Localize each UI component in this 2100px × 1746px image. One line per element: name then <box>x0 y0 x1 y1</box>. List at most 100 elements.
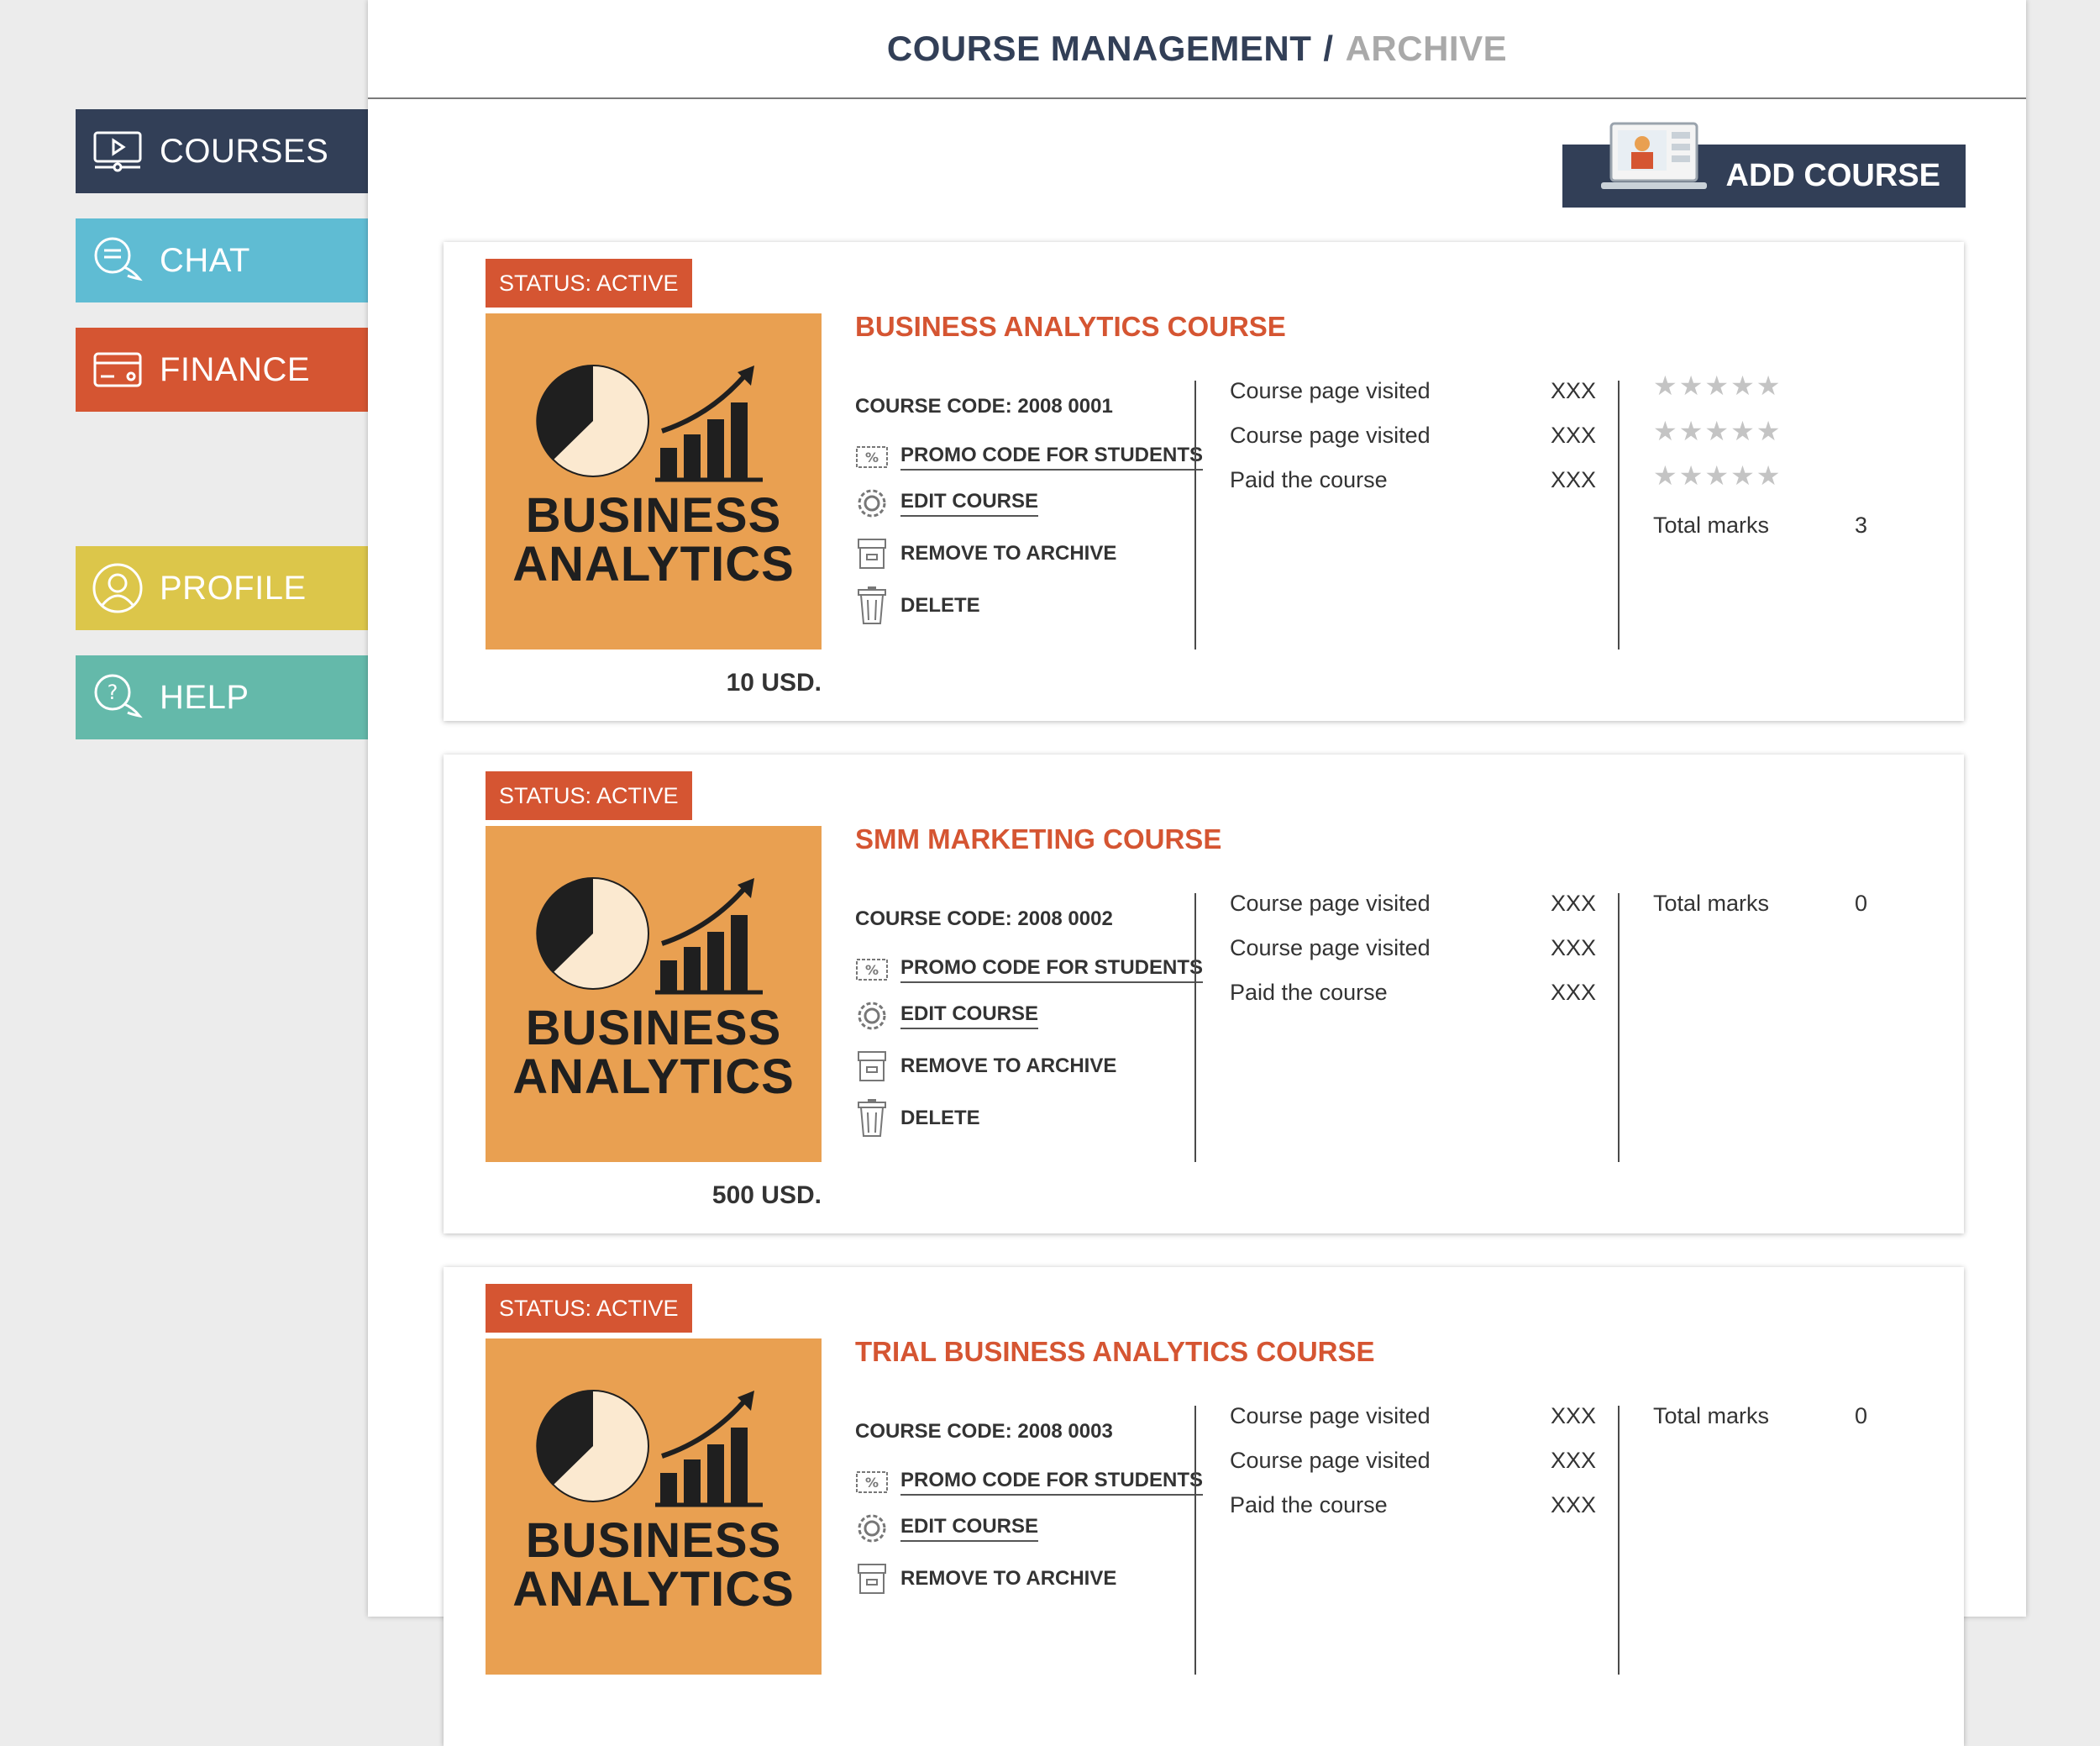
sidebar-item-label: HELP <box>160 678 249 716</box>
column-divider <box>1194 893 1196 1162</box>
percent-ticket-icon: % <box>855 1465 889 1499</box>
course-title[interactable]: SMM MARKETING COURSE <box>855 823 1221 855</box>
promo-code-link[interactable]: % PROMO CODE FOR STUDENTS <box>855 953 1204 986</box>
monitor-play-icon <box>91 124 144 178</box>
remove-to-archive-link[interactable]: REMOVE TO ARCHIVE <box>855 1562 1116 1596</box>
stat-value: XXX <box>1551 935 1597 960</box>
star-rating: ★★★★★ <box>1653 371 1782 401</box>
course-price: 10 USD. <box>726 669 822 697</box>
stat-label: Course page visited <box>1230 1403 1431 1428</box>
trash-icon <box>855 586 889 624</box>
thumbnail-text: BUSINESS ANALYTICS <box>512 488 795 592</box>
page-header: COURSE MANAGEMENT / ARCHIVE <box>368 0 2026 99</box>
percent-ticket-icon: % <box>855 440 889 474</box>
percent-ticket-icon: % <box>855 953 889 986</box>
stat-value: XXX <box>1551 1492 1597 1517</box>
course-price: 500 USD. <box>711 1181 822 1209</box>
status-badge: STATUS: ACTIVE <box>486 771 692 820</box>
svg-text:%: % <box>865 450 879 465</box>
stat-value: XXX <box>1551 891 1597 916</box>
main-panel: COURSE MANAGEMENT / ARCHIVE ADD COURSE S… <box>368 0 2026 1746</box>
help-bubble-icon: ? <box>91 671 144 724</box>
course-card: STATUS: ACTIVE BUSINESS ANALYTICS 10 USD… <box>444 242 1964 721</box>
archive-box-icon <box>855 1562 889 1596</box>
edit-course-link[interactable]: EDIT COURSE <box>855 486 1039 520</box>
svg-text:%: % <box>865 1475 879 1491</box>
stat-value: XXX <box>1551 1448 1597 1473</box>
column-divider <box>1618 1406 1620 1675</box>
stat-label: Paid the course <box>1230 467 1388 492</box>
total-marks-value: 0 <box>1855 891 1868 916</box>
sidebar-item-finance[interactable]: FINANCE <box>76 328 368 412</box>
sidebar-item-help[interactable]: ? HELP <box>76 655 368 739</box>
archive-box-icon <box>855 1049 889 1083</box>
promo-code-link[interactable]: % PROMO CODE FOR STUDENTS <box>855 1465 1204 1499</box>
svg-text:%: % <box>865 962 879 978</box>
user-icon <box>91 561 144 615</box>
delete-course-link[interactable]: DELETE <box>855 586 980 624</box>
stat-label: Paid the course <box>1230 1492 1388 1517</box>
course-card: STATUS: ACTIVE BUSINESS ANALYTICS TRIAL … <box>444 1267 1964 1746</box>
gear-icon <box>855 999 889 1033</box>
course-code: COURSE CODE: 2008 0002 <box>855 907 1113 930</box>
total-marks-label: Total marks <box>1653 1403 1770 1428</box>
sidebar-item-label: COURSES <box>160 132 329 170</box>
total-marks-label: Total marks <box>1653 891 1770 916</box>
svg-text:?: ? <box>108 681 118 704</box>
remove-to-archive-link[interactable]: REMOVE TO ARCHIVE <box>855 1049 1116 1083</box>
status-badge: STATUS: ACTIVE <box>486 1284 692 1333</box>
title-separator: / <box>1323 29 1334 68</box>
credit-card-icon <box>91 343 144 397</box>
course-thumbnail: BUSINESS ANALYTICS <box>486 826 822 1162</box>
stat-value: XXX <box>1551 1403 1597 1428</box>
total-marks-value: 3 <box>1855 513 1868 538</box>
stat-label: Course page visited <box>1230 1448 1431 1473</box>
breadcrumb-archive[interactable]: ARCHIVE <box>1346 29 1508 69</box>
delete-course-link[interactable]: DELETE <box>855 1099 980 1137</box>
sidebar-item-chat[interactable]: CHAT <box>76 218 368 302</box>
stat-label: Course page visited <box>1230 378 1431 403</box>
sidebar-item-label: FINANCE <box>160 350 311 388</box>
gear-icon <box>855 486 889 520</box>
sidebar-item-label: CHAT <box>160 241 250 279</box>
status-badge: STATUS: ACTIVE <box>486 259 692 308</box>
course-title[interactable]: TRIAL BUSINESS ANALYTICS COURSE <box>855 1336 1375 1368</box>
page-title: COURSE MANAGEMENT <box>886 29 1312 68</box>
thumbnail-text: BUSINESS ANALYTICS <box>512 1513 795 1617</box>
course-thumbnail: BUSINESS ANALYTICS <box>486 1338 822 1675</box>
star-rating: ★★★★★ <box>1653 460 1782 491</box>
edit-course-link[interactable]: EDIT COURSE <box>855 1512 1039 1545</box>
course-code: COURSE CODE: 2008 0001 <box>855 395 1113 418</box>
archive-box-icon <box>855 537 889 571</box>
sidebar-item-profile[interactable]: PROFILE <box>76 546 368 630</box>
column-divider <box>1618 893 1620 1162</box>
stat-value: XXX <box>1551 980 1597 1005</box>
column-divider <box>1618 381 1620 649</box>
sidebar-item-courses[interactable]: COURSES <box>76 109 437 193</box>
stat-label: Course page visited <box>1230 935 1431 960</box>
stat-value: XXX <box>1551 378 1597 403</box>
total-marks-label: Total marks <box>1653 513 1770 538</box>
column-divider <box>1194 1406 1196 1675</box>
add-course-label: ADD COURSE <box>1725 158 1940 193</box>
chat-bubbles-icon <box>91 234 144 287</box>
stat-label: Paid the course <box>1230 980 1388 1005</box>
column-divider <box>1194 381 1196 649</box>
remove-to-archive-link[interactable]: REMOVE TO ARCHIVE <box>855 537 1116 571</box>
star-rating: ★★★★★ <box>1653 416 1782 446</box>
course-thumbnail: BUSINESS ANALYTICS <box>486 313 822 649</box>
total-marks-value: 0 <box>1855 1403 1868 1428</box>
stat-label: Course page visited <box>1230 891 1431 916</box>
stat-value: XXX <box>1551 423 1597 448</box>
gear-icon <box>855 1512 889 1545</box>
trash-icon <box>855 1099 889 1137</box>
course-title[interactable]: BUSINESS ANALYTICS COURSE <box>855 311 1286 343</box>
promo-code-link[interactable]: % PROMO CODE FOR STUDENTS <box>855 440 1204 474</box>
stat-label: Course page visited <box>1230 423 1431 448</box>
edit-course-link[interactable]: EDIT COURSE <box>855 999 1039 1033</box>
stat-value: XXX <box>1551 467 1597 492</box>
sidebar-item-label: PROFILE <box>160 569 307 607</box>
course-code: COURSE CODE: 2008 0003 <box>855 1420 1113 1443</box>
laptop-video-icon <box>1599 122 1709 197</box>
thumbnail-text: BUSINESS ANALYTICS <box>512 1001 795 1104</box>
